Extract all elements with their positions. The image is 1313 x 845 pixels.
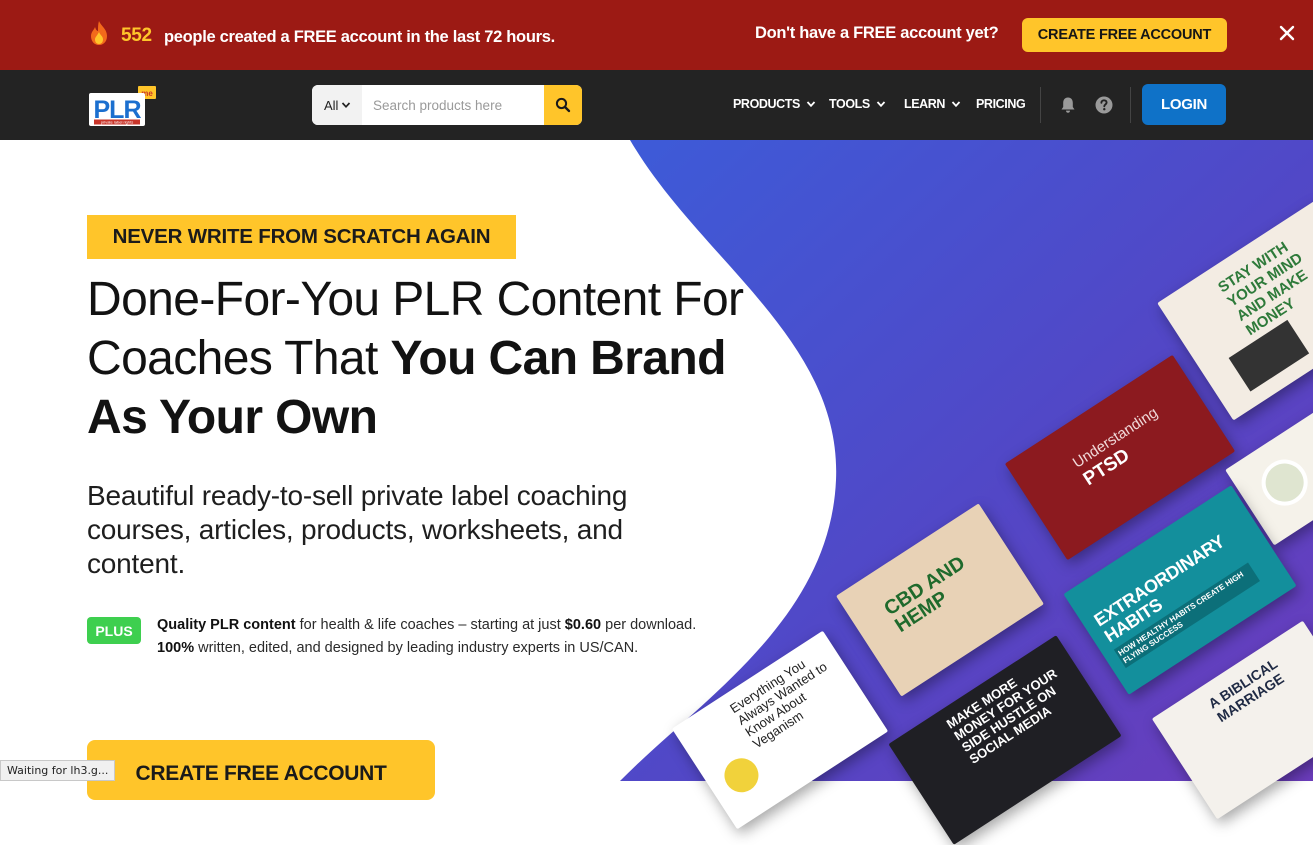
plus-badge: PLUS: [87, 617, 141, 644]
nav-divider: [1130, 87, 1131, 123]
nav-pricing[interactable]: PRICING: [976, 97, 1026, 111]
search-category-value: All: [324, 97, 339, 113]
product-search: All: [312, 85, 582, 125]
main-navbar: [0, 70, 1313, 140]
feature-bold-1: Quality PLR content: [157, 617, 296, 633]
nav-pricing-label: PRICING: [976, 97, 1026, 111]
logo-tagline: private label rights: [101, 120, 133, 125]
login-button[interactable]: LOGIN: [1142, 84, 1226, 125]
plr-logo[interactable]: me PLR private label rights: [88, 85, 158, 127]
nav-learn[interactable]: LEARN: [904, 97, 961, 111]
topbar-create-account-button[interactable]: CREATE FREE ACCOUNT: [1022, 18, 1227, 52]
hero-create-account-button[interactable]: CREATE FREE ACCOUNT: [87, 740, 435, 800]
nav-products-label: PRODUCTS: [733, 97, 800, 111]
search-category-select[interactable]: All: [312, 85, 362, 125]
hero-tagline: NEVER WRITE FROM SCRATCH AGAIN: [87, 215, 516, 259]
browser-status-bar: Waiting for lh3.g...: [0, 760, 116, 781]
signup-message: people created a FREE account in the las…: [164, 28, 555, 46]
feature-price: $0.60: [564, 617, 602, 633]
chevron-down-icon: [806, 101, 816, 108]
cover-cbd-title: CBD AND HEMP: [880, 551, 970, 638]
fire-icon: [91, 21, 107, 45]
bell-icon[interactable]: [1059, 96, 1077, 114]
nav-tools-label: TOOLS: [829, 97, 870, 111]
nav-learn-label: LEARN: [904, 97, 946, 111]
close-icon[interactable]: [1277, 23, 1297, 43]
lemon-image: [717, 751, 765, 799]
salad-plate-image: [1252, 450, 1313, 515]
chevron-down-icon: [876, 101, 886, 108]
search-button[interactable]: [544, 85, 582, 125]
account-question: Don't have a FREE account yet?: [755, 24, 999, 42]
hero-subheadline: Beautiful ready-to-sell private label co…: [87, 480, 628, 579]
search-input[interactable]: [362, 85, 544, 125]
feature-text-2: per download.: [605, 617, 697, 633]
feature-text-3: written, edited, and designed by leading…: [198, 640, 639, 656]
signup-count: 552: [121, 25, 152, 46]
feature-bold-2: 100%: [157, 640, 195, 656]
nav-products[interactable]: PRODUCTS: [733, 97, 816, 111]
feature-text-1: for health & life coaches – starting at …: [299, 617, 561, 633]
search-icon: [555, 97, 571, 113]
chevron-down-icon: [342, 102, 351, 109]
chevron-down-icon: [951, 101, 961, 108]
nav-tools[interactable]: TOOLS: [829, 97, 886, 111]
announcement-bar: 552 people created a FREE account in the…: [0, 0, 1313, 70]
hero-headline: Done-For-You PLR Content For Coaches Tha…: [87, 270, 747, 447]
hero-feature-text: Quality PLR content for health & life co…: [157, 614, 757, 660]
nav-divider: [1040, 87, 1041, 123]
help-icon[interactable]: [1095, 96, 1113, 114]
